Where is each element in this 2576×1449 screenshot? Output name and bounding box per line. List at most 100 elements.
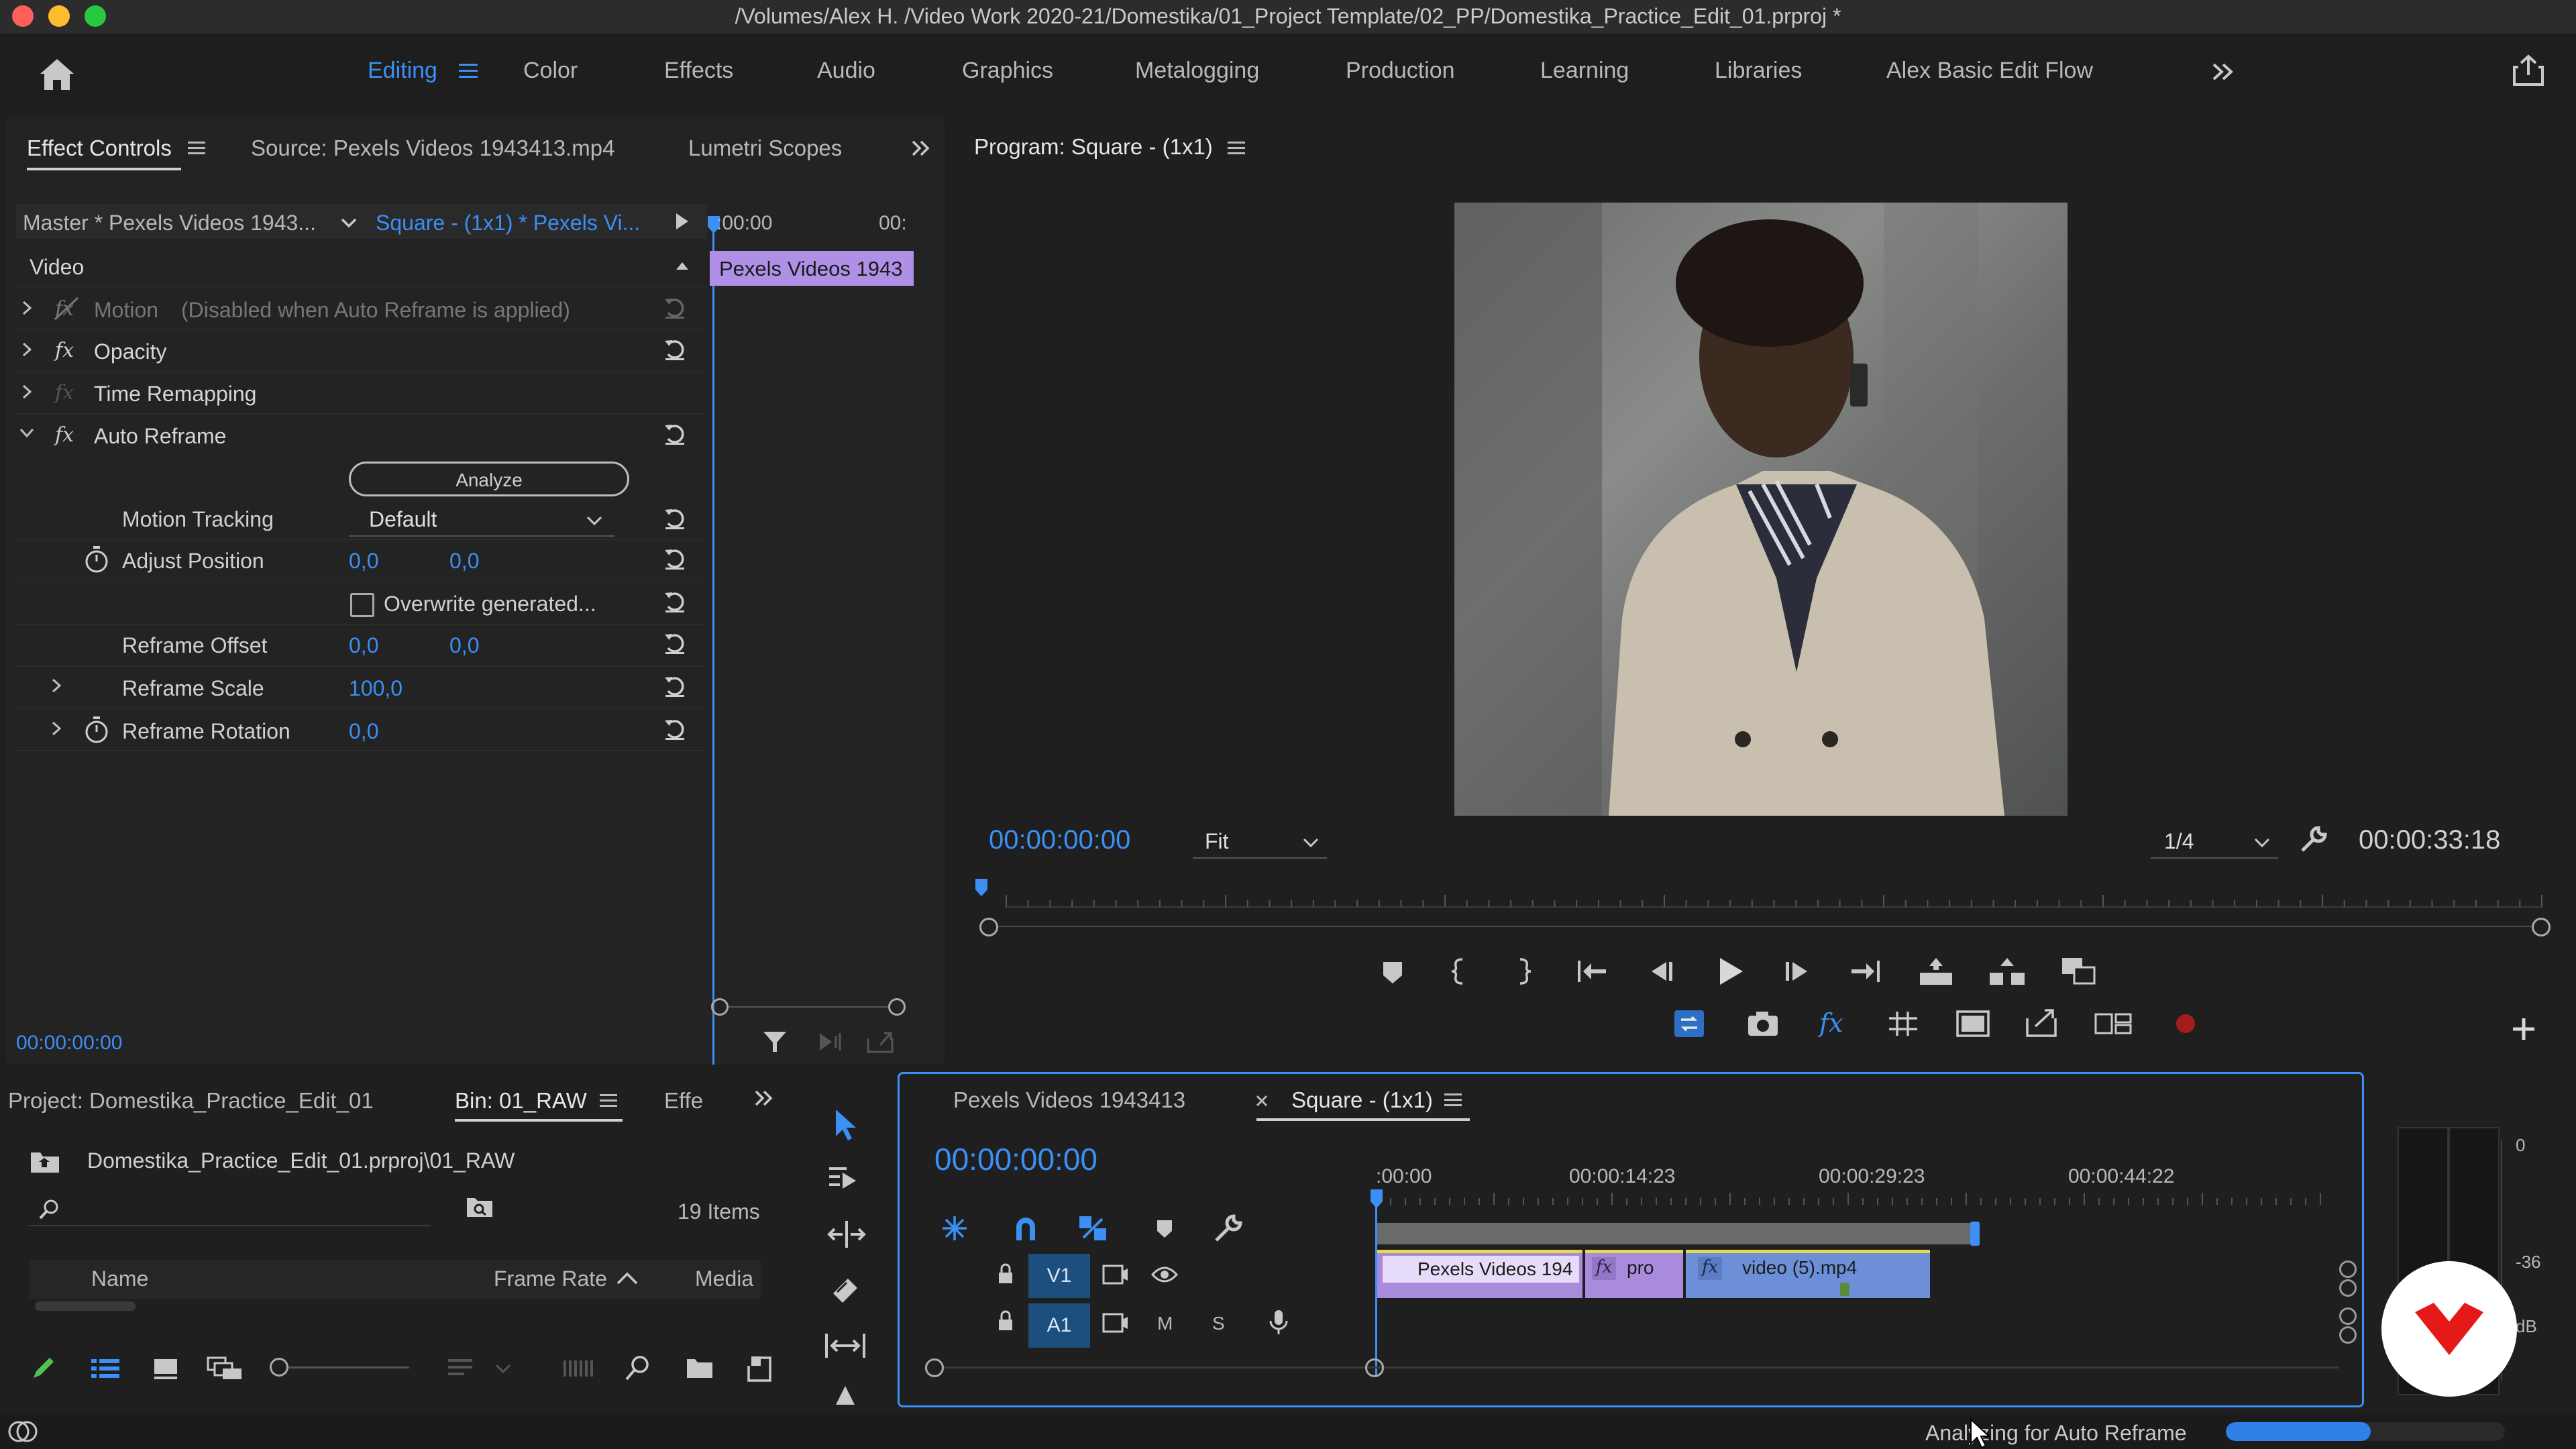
adjust-position-y[interactable]: 0,0 [449,549,479,574]
mute-track-button[interactable]: M [1157,1313,1173,1334]
zoom-end-handle[interactable] [2532,918,2551,936]
tab-bin[interactable]: Bin: 01_RAW [455,1088,587,1114]
expand-arrow-icon[interactable] [21,300,32,316]
effect-auto-reframe-label[interactable]: Auto Reframe [94,424,226,449]
mini-timeline-clip[interactable]: Pexels Videos 1943 [710,251,914,286]
play-button-icon[interactable] [1716,955,1746,987]
reset-icon[interactable] [663,421,687,445]
workspace-tab-editing[interactable]: Editing [368,58,437,84]
workspace-tab-audio[interactable]: Audio [817,58,875,84]
timeline-zoom-start[interactable] [925,1358,944,1377]
clip-pro[interactable]: fx pro [1585,1250,1683,1298]
play-triangle-icon[interactable] [675,212,690,231]
keyframe-marker[interactable] [1840,1283,1849,1296]
stopwatch-icon[interactable] [83,715,110,745]
zoom-slider-track[interactable] [288,1366,409,1368]
track-v1-toggle[interactable]: V1 [1028,1254,1090,1298]
icon-view-icon[interactable] [152,1355,180,1382]
sync-lock-icon[interactable] [1101,1311,1130,1334]
zoom-slider-knob[interactable] [270,1358,288,1377]
safe-margins-grid-icon[interactable] [1886,1009,1920,1038]
sync-lock-icon[interactable] [1101,1263,1130,1286]
fit-select[interactable]: Fit [1193,824,1327,859]
reframe-offset-x[interactable]: 0,0 [349,633,378,658]
slip-tool-icon[interactable] [824,1330,867,1362]
track-scroll-handle[interactable] [2339,1326,2357,1344]
find-icon[interactable] [464,1194,495,1221]
workspace-tab-libraries[interactable]: Libraries [1715,58,1802,84]
fx-icon[interactable]: fx [54,423,80,447]
sequence-clip-label[interactable]: Square - (1x1) * Pexels Vi... [376,211,640,235]
snap-magnet-icon[interactable] [1011,1214,1040,1243]
share-icon[interactable] [2512,54,2545,87]
track-scroll-handle[interactable] [2339,1279,2357,1297]
multicam-icon[interactable] [2093,1010,2133,1037]
search-input[interactable] [28,1191,431,1226]
reframe-scale-value[interactable]: 100,0 [349,676,402,701]
mini-scroll-end-handle[interactable] [888,998,906,1016]
reset-icon[interactable] [663,295,687,319]
filter-icon[interactable] [762,1029,790,1056]
track-scroll-handle[interactable] [2339,1260,2357,1278]
more-panels-icon[interactable] [911,140,931,157]
master-clip-label[interactable]: Master * Pexels Videos 1943... [23,211,316,235]
program-video-frame[interactable] [1454,203,2068,816]
tab-effect-controls[interactable]: Effect Controls [27,136,172,161]
lift-icon[interactable] [1917,955,1955,987]
zoom-bar[interactable] [998,926,2532,927]
timeline-ruler[interactable] [1375,1191,2327,1205]
column-name[interactable]: Name [91,1267,148,1291]
play-audio-icon[interactable] [817,1029,847,1055]
record-button[interactable] [2176,1014,2195,1033]
column-frame-rate[interactable]: Frame Rate [494,1267,607,1291]
workspace-tab-learning[interactable]: Learning [1540,58,1629,84]
panel-menu-icon[interactable] [1444,1093,1462,1108]
extract-icon[interactable] [1987,955,2027,987]
tab-sequence-pexels[interactable]: Pexels Videos 1943413 [953,1087,1185,1113]
workspace-tab-effects[interactable]: Effects [664,58,733,84]
ripple-edit-tool-icon[interactable] [826,1218,867,1250]
effect-controls-timecode[interactable]: 00:00:00:00 [16,1032,122,1055]
export-upload-icon[interactable] [2025,1006,2058,1038]
reset-icon[interactable] [663,674,687,698]
mini-scroll-start-handle[interactable] [711,998,729,1016]
mark-in-icon[interactable] [1449,957,1469,986]
more-panels-icon[interactable] [754,1089,774,1107]
track-a1-toggle[interactable]: A1 [1028,1303,1090,1348]
work-area-end-handle[interactable] [1970,1222,1980,1246]
reset-icon[interactable] [663,589,687,613]
reframe-rotation-value[interactable]: 0,0 [349,719,378,744]
mark-out-icon[interactable] [1513,957,1534,986]
settings-wrench-icon[interactable] [2298,825,2328,855]
workspace-tab-graphics[interactable]: Graphics [962,58,1053,84]
chevron-down-icon[interactable] [495,1363,511,1374]
export-frame-camera-icon[interactable] [1746,1009,1780,1038]
expand-arrow-icon[interactable] [21,341,32,358]
reset-icon[interactable] [663,506,687,530]
close-tab-icon[interactable] [1255,1094,1269,1108]
track-scroll-handle[interactable] [2339,1307,2357,1325]
effect-motion-label[interactable]: Motion [94,298,158,323]
fx-dim-icon[interactable]: fx [54,380,80,405]
linked-selection-icon[interactable] [1077,1214,1109,1243]
expand-arrow-icon[interactable] [51,678,62,694]
analyze-button[interactable]: Analyze [349,462,629,496]
clip-video-5[interactable]: fx video (5).mp4 [1686,1250,1930,1298]
sort-icons-icon[interactable] [445,1356,475,1381]
workspace-tab-production[interactable]: Production [1346,58,1455,84]
list-view-icon[interactable] [89,1356,122,1381]
export-icon[interactable] [865,1029,896,1055]
reset-icon[interactable] [663,546,687,570]
microphone-icon[interactable] [1269,1309,1289,1336]
collapse-arrow-icon[interactable] [19,427,35,438]
timeline-settings-wrench-icon[interactable] [1212,1214,1243,1244]
panel-menu-icon[interactable] [600,1093,617,1108]
add-marker-icon[interactable] [1381,959,1405,986]
reset-icon[interactable] [663,631,687,655]
go-to-out-icon[interactable] [1849,958,1882,985]
loop-playback-icon[interactable] [1672,1008,1707,1040]
add-button-icon[interactable] [2510,1016,2537,1042]
track-select-tool-icon[interactable] [826,1163,864,1195]
playhead-icon[interactable] [974,879,989,899]
compare-view-icon[interactable] [2059,955,2097,987]
